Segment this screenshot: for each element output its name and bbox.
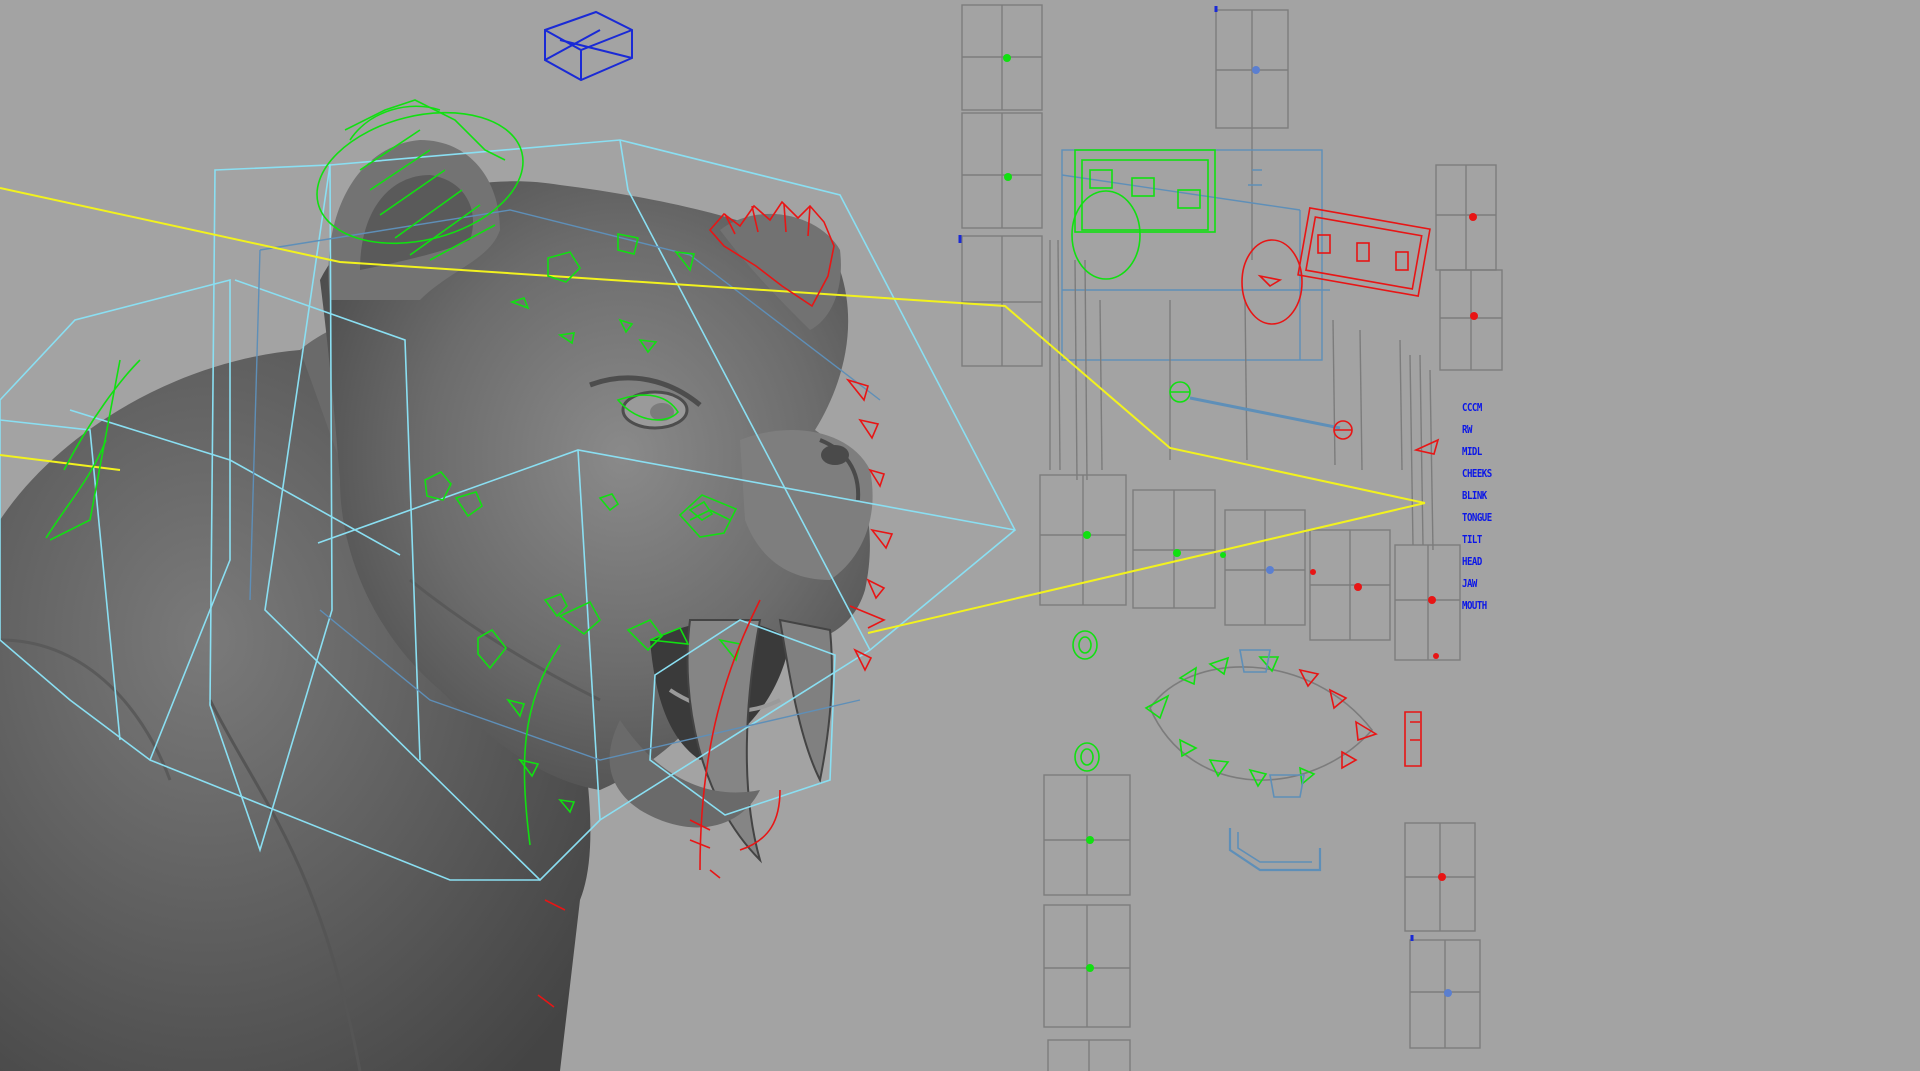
label-blink[interactable]: BLINK — [1462, 490, 1487, 501]
label-tilt[interactable]: TILT — [1462, 534, 1482, 545]
sabertooth-mesh-icon[interactable] — [0, 140, 873, 1071]
mouth-shape-ring[interactable] — [1144, 649, 1378, 798]
label-cccm[interactable]: CCCM — [1462, 402, 1482, 413]
maya-viewport[interactable]: CCCM RW MIDL CHEEKS BLINK TONGUE TILT HE… — [0, 0, 1920, 1071]
label-mouth[interactable]: MOUTH — [1462, 600, 1487, 611]
control-grid-left-column[interactable] — [961, 4, 1043, 367]
control-labels-panel[interactable]: CCCM RW MIDL CHEEKS BLINK TONGUE TILT HE… — [1462, 402, 1552, 612]
label-rw[interactable]: RW — [1462, 424, 1472, 435]
label-head[interactable]: HEAD — [1462, 556, 1482, 567]
brow-slider-left[interactable] — [1071, 149, 1216, 280]
label-cheeks[interactable]: CHEEKS — [1462, 468, 1492, 479]
cube-icon[interactable] — [544, 10, 633, 82]
face-board-controls[interactable] — [958, 6, 1478, 997]
viewport-scene[interactable] — [0, 0, 1920, 1071]
brow-slider-right[interactable] — [1241, 206, 1431, 325]
label-midl[interactable]: MIDL — [1462, 446, 1482, 457]
face-control-board[interactable] — [961, 4, 1503, 1071]
label-tongue[interactable]: TONGUE — [1462, 512, 1492, 523]
label-jaw[interactable]: JAW — [1462, 578, 1477, 589]
